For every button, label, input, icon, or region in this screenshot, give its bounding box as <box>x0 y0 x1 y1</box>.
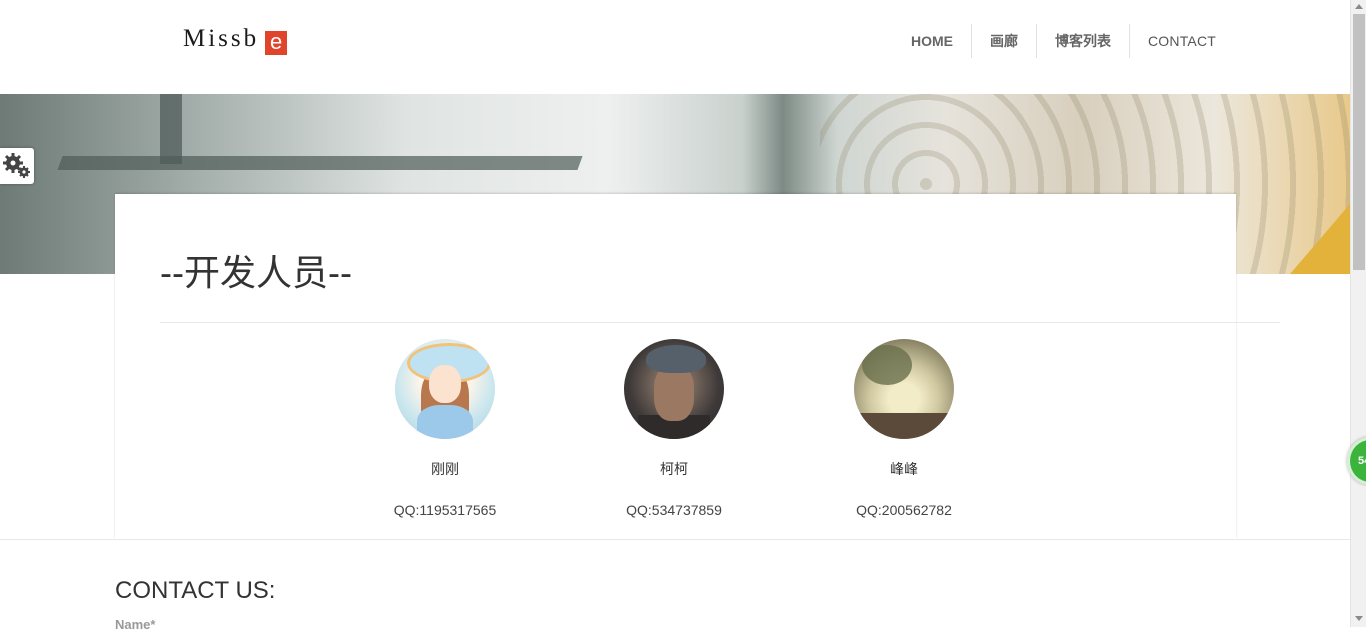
scroll-down-arrow-icon[interactable] <box>1355 616 1363 621</box>
member-qq: QQ:1195317565 <box>393 502 497 518</box>
section-title: --开发人员-- <box>160 252 352 293</box>
gears-icon <box>3 153 30 178</box>
member-name: 柯柯 <box>660 461 688 477</box>
avatar[interactable] <box>395 339 495 439</box>
scrollbar-thumb[interactable] <box>1353 14 1365 270</box>
contact-title: CONTACT US: <box>115 577 276 604</box>
team-member: 刚刚 QQ:1195317565 <box>365 339 525 518</box>
main-nav: HOME 画廊 博客列表 CONTACT <box>893 24 1234 58</box>
member-name: 峰峰 <box>890 461 918 477</box>
team-member: 峰峰 QQ:200562782 <box>824 339 984 518</box>
nav-contact[interactable]: CONTACT <box>1129 24 1234 58</box>
member-qq: QQ:200562782 <box>856 502 952 518</box>
site-header: Missb e HOME 画廊 博客列表 CONTACT <box>0 0 1350 94</box>
avatar[interactable] <box>854 339 954 439</box>
name-field-label: Name* <box>115 617 156 632</box>
banner-decoration <box>57 156 583 170</box>
logo-text: Missb <box>183 25 260 52</box>
avatar[interactable] <box>624 339 724 439</box>
nav-gallery[interactable]: 画廊 <box>971 24 1036 58</box>
logo-box: e <box>265 31 288 55</box>
nav-blog-list[interactable]: 博客列表 <box>1036 24 1129 58</box>
divider <box>0 539 1350 540</box>
divider <box>160 322 1280 323</box>
member-name: 刚刚 <box>431 461 459 477</box>
settings-toggle-button[interactable] <box>0 148 34 184</box>
team-section: --开发人员-- 刚刚 QQ:1195317565 柯柯 QQ:53473785… <box>115 194 1280 539</box>
scroll-up-arrow-icon[interactable] <box>1355 4 1363 9</box>
site-logo[interactable]: Missb e <box>183 25 288 56</box>
page-scrollbar[interactable] <box>1350 0 1366 627</box>
nav-home[interactable]: HOME <box>893 24 971 58</box>
team-member: 柯柯 QQ:534737859 <box>594 339 754 518</box>
member-qq: QQ:534737859 <box>626 502 722 518</box>
banner-decoration <box>160 94 182 164</box>
